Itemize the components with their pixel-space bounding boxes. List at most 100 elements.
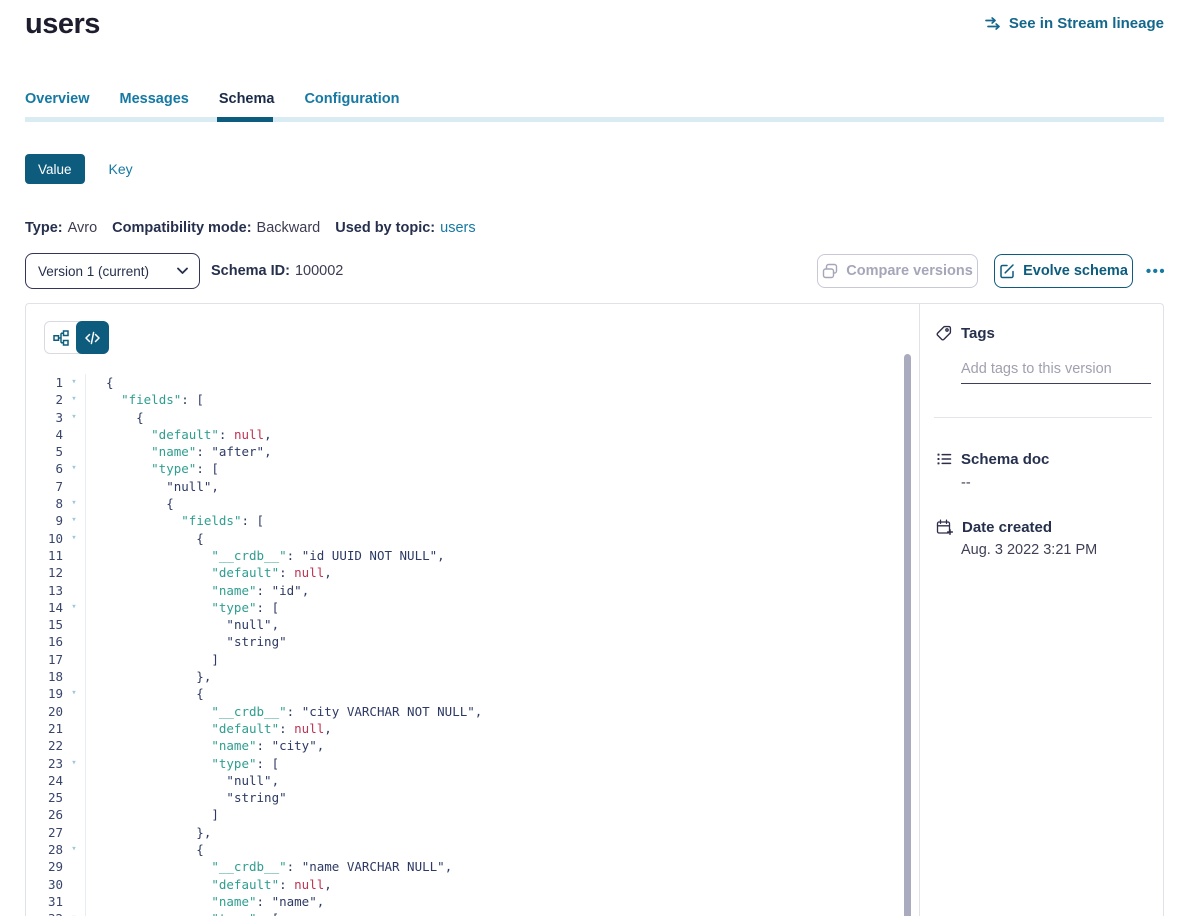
fold-spacer bbox=[63, 772, 85, 789]
code-text: "name": "name", bbox=[85, 893, 904, 910]
tree-view-icon bbox=[53, 330, 69, 346]
fold-toggle-icon[interactable]: ▾ bbox=[63, 755, 85, 772]
code-text: ] bbox=[85, 651, 904, 668]
fold-spacer bbox=[63, 824, 85, 841]
add-tags-input[interactable] bbox=[961, 354, 1151, 384]
key-toggle-button[interactable]: Key bbox=[109, 161, 133, 177]
code-line: 13 "name": "id", bbox=[26, 582, 904, 599]
fold-toggle-icon[interactable]: ▾ bbox=[63, 495, 85, 512]
code-text: "string" bbox=[85, 789, 904, 806]
fold-toggle-icon[interactable]: ▾ bbox=[63, 460, 85, 477]
line-number: 31 bbox=[26, 893, 63, 910]
code-text: "name": "city", bbox=[85, 737, 904, 754]
code-text: "name": "after", bbox=[85, 443, 904, 460]
line-number: 12 bbox=[26, 564, 63, 581]
code-scrollbar-thumb[interactable] bbox=[904, 354, 911, 916]
fold-spacer bbox=[63, 478, 85, 495]
fold-toggle-icon[interactable]: ▾ bbox=[63, 685, 85, 702]
code-line: 21 "default": null, bbox=[26, 720, 904, 737]
fold-spacer bbox=[63, 564, 85, 581]
type-label: Type: bbox=[25, 220, 63, 236]
code-text: "type": [ bbox=[85, 910, 904, 916]
fold-spacer bbox=[63, 720, 85, 737]
fold-spacer bbox=[63, 806, 85, 823]
line-number: 26 bbox=[26, 806, 63, 823]
value-toggle-button[interactable]: Value bbox=[25, 154, 85, 184]
code-view-button[interactable] bbox=[76, 321, 109, 354]
code-line: 18 }, bbox=[26, 668, 904, 685]
schema-controls-row: Version 1 (current) Schema ID: 100002 Co… bbox=[25, 253, 1164, 289]
code-line: 2▾ "fields": [ bbox=[26, 391, 904, 408]
code-text: "type": [ bbox=[85, 460, 904, 477]
compare-versions-button[interactable]: Compare versions bbox=[817, 254, 978, 288]
fold-toggle-icon[interactable]: ▾ bbox=[63, 409, 85, 426]
code-line: 29 "__crdb__": "name VARCHAR NULL", bbox=[26, 858, 904, 875]
stream-lineage-link[interactable]: See in Stream lineage bbox=[984, 15, 1164, 32]
fold-toggle-icon[interactable]: ▾ bbox=[63, 599, 85, 616]
code-line: 32▾ "type": [ bbox=[26, 910, 904, 916]
lineage-arrows-icon bbox=[984, 17, 1002, 30]
tag-icon bbox=[936, 325, 952, 341]
fold-spacer bbox=[63, 737, 85, 754]
tab-underline-track bbox=[25, 117, 1164, 122]
code-line: 1▾{ bbox=[26, 374, 904, 391]
code-line: 12 "default": null, bbox=[26, 564, 904, 581]
code-line: 31 "name": "name", bbox=[26, 893, 904, 910]
schema-sidebar: Tags Schema doc bbox=[920, 304, 1164, 916]
code-text: "null", bbox=[85, 478, 904, 495]
line-number: 6 bbox=[26, 460, 63, 477]
code-text: { bbox=[85, 374, 904, 391]
schema-view-toggle bbox=[44, 321, 109, 354]
fold-toggle-icon[interactable]: ▾ bbox=[63, 841, 85, 858]
more-actions-button[interactable]: ••• bbox=[1140, 253, 1172, 289]
line-number: 14 bbox=[26, 599, 63, 616]
code-text: { bbox=[85, 409, 904, 426]
line-number: 19 bbox=[26, 685, 63, 702]
code-text: { bbox=[85, 495, 904, 512]
fold-spacer bbox=[63, 789, 85, 806]
date-created-title: Date created bbox=[962, 519, 1052, 536]
line-number: 8 bbox=[26, 495, 63, 512]
tree-view-button[interactable] bbox=[45, 322, 77, 353]
compatibility-value: Backward bbox=[257, 220, 321, 236]
fold-spacer bbox=[63, 893, 85, 910]
code-text: { bbox=[85, 841, 904, 858]
fold-toggle-icon[interactable]: ▾ bbox=[63, 512, 85, 529]
fold-toggle-icon[interactable]: ▾ bbox=[63, 391, 85, 408]
tags-title: Tags bbox=[961, 325, 995, 342]
code-text: "fields": [ bbox=[85, 512, 904, 529]
code-line: 17 ] bbox=[26, 651, 904, 668]
fold-toggle-icon[interactable]: ▾ bbox=[63, 530, 85, 547]
code-lines: 1▾{2▾ "fields": [3▾ {4 "default": null,5… bbox=[26, 374, 904, 916]
code-text: "null", bbox=[85, 772, 904, 789]
code-text: }, bbox=[85, 668, 904, 685]
fold-toggle-icon[interactable]: ▾ bbox=[63, 910, 85, 916]
sidebar-divider bbox=[934, 417, 1152, 418]
topic-link[interactable]: users bbox=[440, 220, 475, 236]
version-select[interactable]: Version 1 (current) bbox=[25, 253, 200, 289]
code-text: "string" bbox=[85, 633, 904, 650]
date-created-value: Aug. 3 2022 3:21 PM bbox=[961, 542, 1097, 558]
line-number: 5 bbox=[26, 443, 63, 460]
code-text: "type": [ bbox=[85, 599, 904, 616]
schema-doc-title: Schema doc bbox=[961, 451, 1049, 468]
code-text: "name": "id", bbox=[85, 582, 904, 599]
code-text: "fields": [ bbox=[85, 391, 904, 408]
line-number: 24 bbox=[26, 772, 63, 789]
evolve-schema-label: Evolve schema bbox=[1023, 263, 1128, 279]
code-line: 23▾ "type": [ bbox=[26, 755, 904, 772]
fold-spacer bbox=[63, 633, 85, 650]
code-line: 15 "null", bbox=[26, 616, 904, 633]
line-number: 17 bbox=[26, 651, 63, 668]
code-text: "__crdb__": "city VARCHAR NOT NULL", bbox=[85, 703, 904, 720]
used-by-topic-label: Used by topic: bbox=[335, 220, 435, 236]
fold-toggle-icon[interactable]: ▾ bbox=[63, 374, 85, 391]
fold-spacer bbox=[63, 651, 85, 668]
schema-part-toggle: Value Key bbox=[25, 154, 133, 184]
code-icon bbox=[85, 331, 100, 345]
code-text: "default": null, bbox=[85, 720, 904, 737]
line-number: 15 bbox=[26, 616, 63, 633]
line-number: 30 bbox=[26, 876, 63, 893]
line-number: 4 bbox=[26, 426, 63, 443]
evolve-schema-button[interactable]: Evolve schema bbox=[994, 254, 1133, 288]
